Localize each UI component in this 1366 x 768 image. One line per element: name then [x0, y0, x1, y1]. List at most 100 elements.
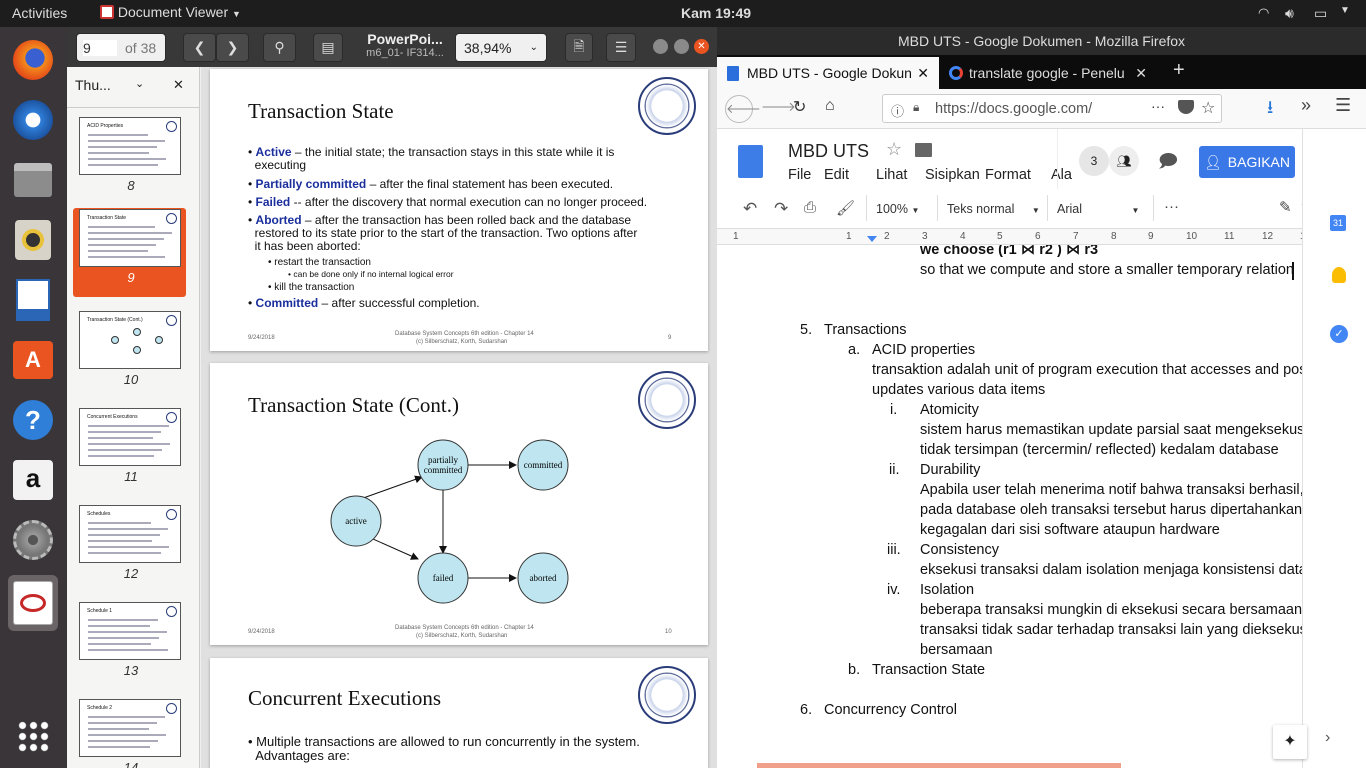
close-icon[interactable]: ✕ [1135, 65, 1147, 82]
amazon-launcher[interactable]: a [8, 455, 58, 505]
doc-text-line: 6. [800, 702, 813, 718]
doc-text-line: Transaction State [872, 662, 986, 678]
expand-panel-button[interactable]: › [1325, 729, 1330, 747]
search-button[interactable]: ⚲ [263, 33, 296, 62]
page-thumbnail[interactable]: Concurrent Executions [79, 408, 181, 466]
system-menu-chevron-icon[interactable]: ▼ [1340, 5, 1350, 16]
url-text[interactable]: https://docs.google.com/ [935, 101, 1092, 117]
font-dropdown[interactable]: Arial ▼ [1057, 202, 1139, 216]
thumbnail-title: Transaction State (Cont.) [87, 317, 143, 323]
calendar-icon[interactable]: 31 [1330, 215, 1346, 231]
document-view[interactable]: Transaction State • Active – the initial… [201, 67, 717, 768]
menu-item[interactable]: File [788, 167, 811, 183]
zoom-selector[interactable]: 38,94% ⌄ [455, 33, 547, 62]
close-button[interactable]: ✕ [694, 39, 709, 54]
menu-button[interactable]: ☰ [606, 33, 636, 62]
page-thumbnail[interactable]: Schedule 2 [79, 699, 181, 757]
show-applications-button[interactable] [8, 711, 58, 761]
menu-item[interactable]: Format [985, 167, 1031, 183]
node-active: active [330, 495, 382, 547]
software-launcher[interactable]: A [8, 335, 58, 385]
app-menu[interactable]: Document Viewer ▼ [100, 4, 241, 20]
sub-bullet-internal-error: • can be done only if no internal logica… [288, 269, 454, 279]
help-launcher[interactable]: ? [8, 395, 58, 445]
document-title[interactable]: MBD UTS [788, 141, 869, 162]
page-thumbnail[interactable]: Transaction State [79, 209, 181, 267]
thumbnail-title: Schedule 2 [87, 705, 113, 711]
previous-page-button[interactable]: ❮ [183, 33, 216, 62]
keep-icon[interactable] [1332, 267, 1346, 283]
thumbnail-text-line [88, 152, 149, 154]
ruler[interactable]: 11234567891011121314 [717, 229, 1366, 245]
viewer-count-badge[interactable]: 3 [1079, 146, 1109, 176]
new-tab-button[interactable]: + [1173, 59, 1185, 82]
docs-logo-icon[interactable] [738, 145, 763, 178]
url-bar[interactable]: ⓘ 🔒︎ https://docs.google.com/ ··· ☆ [882, 94, 1222, 123]
firefox-launcher[interactable] [8, 35, 58, 85]
tab-translate[interactable]: translate google - Penelu ✕ [939, 57, 1157, 89]
maximize-button[interactable] [674, 39, 689, 54]
editing-mode-icon[interactable]: ✎ [1279, 198, 1292, 216]
page-number-field[interactable]: 9 of 38 [76, 33, 166, 62]
undo-icon[interactable]: ↶ [743, 199, 757, 219]
paint-format-icon[interactable]: 🖌︎ [836, 199, 855, 217]
clock[interactable]: Kam 19:49 [681, 5, 751, 21]
page-actions-icon[interactable]: ··· [1151, 98, 1165, 114]
page-thumbnail[interactable]: Transaction State (Cont.) [79, 311, 181, 369]
next-page-button[interactable]: ❯ [216, 33, 249, 62]
page-thumbnail[interactable]: Schedule 1 [79, 602, 181, 660]
pocket-icon[interactable] [1178, 100, 1194, 114]
zoom-dropdown[interactable]: 100% ▼ [876, 202, 919, 216]
star-icon[interactable]: ☆ [886, 139, 902, 160]
battery-icon[interactable]: ▭ [1314, 5, 1327, 22]
document-page[interactable]: we choose (r1 ⋈ r2 ) ⋈ r3 so that we comp… [717, 245, 1302, 768]
document-viewer-launcher[interactable] [8, 575, 58, 631]
more-icon[interactable]: ··· [1164, 198, 1179, 215]
back-button[interactable]: 🡐 [725, 95, 761, 123]
thunderbird-launcher[interactable] [8, 95, 58, 145]
ruler-tick-label: 12 [1262, 231, 1274, 242]
folder-icon[interactable] [915, 143, 932, 157]
rhythmbox-launcher[interactable] [8, 215, 58, 265]
tasks-icon[interactable]: ✓ [1330, 325, 1348, 343]
forward-button[interactable]: 🡒 [761, 99, 796, 115]
tab-mbd-uts[interactable]: MBD UTS - Google Dokun ✕ [717, 57, 939, 89]
comments-icon[interactable]: 🗩 [1158, 149, 1178, 179]
home-button[interactable]: ⌂ [825, 97, 835, 115]
thumbnail-text-line [88, 443, 170, 445]
files-launcher[interactable] [8, 155, 58, 205]
firefox-menu-button[interactable]: ☰ [1335, 95, 1351, 116]
wifi-icon[interactable]: ◠ [1258, 5, 1269, 21]
paragraph-style-dropdown[interactable]: Teks normal ▼ [947, 202, 1040, 216]
share-button[interactable]: 👤︎ BAGIKAN [1199, 146, 1295, 178]
indent-marker[interactable] [867, 236, 877, 242]
doc-text-line: bersamaan [920, 642, 993, 658]
sidebar-mode-selector[interactable]: Thu... ⌄ [75, 77, 150, 101]
page-input[interactable]: 9 [83, 39, 117, 56]
sidebar-close-button[interactable]: ✕ [173, 77, 184, 93]
menu-item[interactable]: Sisipkan [925, 167, 980, 183]
redo-icon[interactable]: ↷ [774, 199, 788, 219]
menu-item[interactable]: Lihat [876, 167, 907, 183]
thumbnail-text-line [88, 619, 158, 621]
menu-item[interactable]: Edit [824, 167, 849, 183]
page-thumbnail[interactable]: Schedules [79, 505, 181, 563]
activities-button[interactable]: Activities [12, 5, 67, 21]
reload-button[interactable]: ↻ [793, 97, 806, 117]
settings-launcher[interactable] [8, 515, 58, 565]
close-icon[interactable]: ✕ [917, 65, 929, 82]
bookmark-star-icon[interactable]: ☆ [1201, 98, 1215, 118]
ruler-tick-label: 10 [1186, 231, 1198, 242]
downloads-button[interactable]: ⭳ [1267, 95, 1273, 125]
collaborators-icon[interactable]: 👥︎ [1109, 146, 1139, 176]
volume-icon[interactable]: 🔊︎ [1285, 5, 1294, 22]
writer-launcher[interactable] [8, 275, 58, 325]
minimize-button[interactable] [653, 39, 668, 54]
save-button[interactable]: 🗎 [565, 33, 593, 62]
ruler-tick-label: 3 [922, 231, 928, 242]
page-thumbnail[interactable]: ACID Properties [79, 117, 181, 175]
annotations-button[interactable]: ▤ [313, 33, 343, 62]
explore-button[interactable]: ✦ [1273, 725, 1307, 759]
print-icon[interactable]: ⎙ [804, 199, 816, 216]
overflow-button[interactable]: » [1301, 95, 1311, 116]
